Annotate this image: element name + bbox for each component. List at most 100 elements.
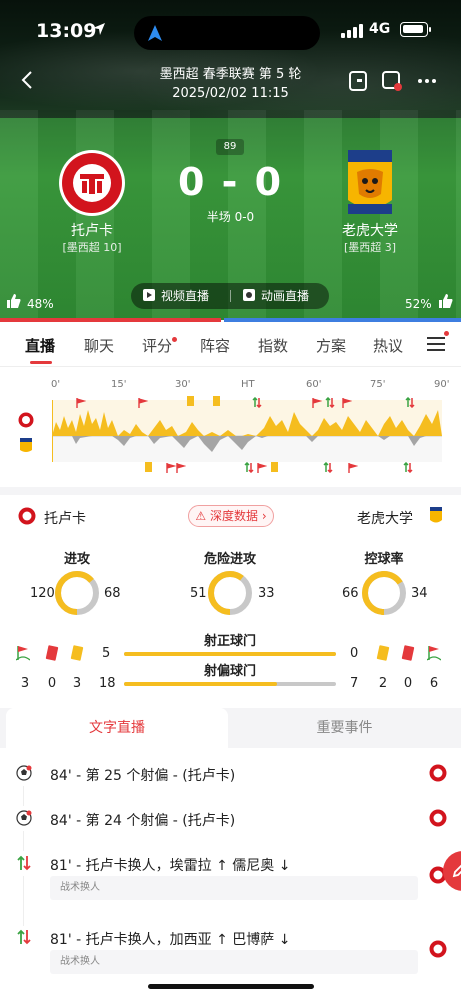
pill-divider (230, 290, 231, 302)
live-event: 81' - 托卢卡换人，埃雷拉 ↑ 儒尼奥 ↓ 战术换人 (0, 852, 461, 906)
shots-off-target-home-fill (124, 682, 277, 686)
shot-off-icon (16, 765, 32, 781)
event-connector (23, 876, 24, 926)
shots-on-target-home: 5 (102, 646, 111, 661)
home-vote-percent: 48% (27, 297, 54, 311)
live-event: 81' - 托卢卡换人，加西亚 ↑ 巴博萨 ↓ 战术换人 (0, 926, 461, 980)
navigation-arrow-icon (148, 25, 162, 41)
attack-home-value: 120 (30, 586, 55, 601)
dangerous-attack-away-value: 33 (258, 586, 275, 601)
home-corners-count: 3 (20, 676, 30, 691)
home-team-rank: [墨西超 10] (62, 241, 122, 254)
dangerous-attack-home-value: 51 (190, 586, 207, 601)
home-substitution-icon (405, 397, 415, 408)
yellow-card-icon (376, 645, 390, 661)
shots-on-target-home-fill (124, 652, 336, 656)
event-text: 81' - 托卢卡换人，加西亚 ↑ 巴博萨 ↓ (50, 932, 291, 948)
event-connector (23, 831, 24, 851)
deep-data-button[interactable]: ⚠ 深度数据 › (188, 505, 274, 527)
tab-plans[interactable]: 方案 (316, 335, 346, 356)
home-yellow-card-icon (187, 396, 194, 406)
shots-off-target-title: 射偏球门 (203, 664, 256, 679)
warning-icon: ⚠ (195, 509, 207, 523)
home-indicator (148, 984, 314, 989)
play-icon (143, 289, 155, 301)
signal-icon (341, 24, 363, 38)
home-team-name[interactable]: 托卢卡 (32, 220, 152, 240)
tab-lineup[interactable]: 阵容 (200, 335, 230, 356)
tab-bar: 直播 聊天 评分 阵容 指数 方案 热议 (0, 325, 461, 365)
live-event: 84' - 第 24 个射偏 - (托卢卡) (0, 807, 461, 831)
shots-off-target-away: 7 (350, 676, 359, 691)
away-yellow-card-icon (271, 462, 278, 472)
away-team-name[interactable]: 老虎大学 (310, 220, 430, 240)
event-text: 81' - 托卢卡换人，埃雷拉 ↑ 儒尼奥 ↓ (50, 858, 291, 874)
timeline-tick: 60' (306, 379, 322, 390)
thumbs-up-home-icon[interactable] (6, 293, 22, 309)
home-substitution-icon (325, 397, 335, 408)
half-time-score: 半场 0-0 (206, 210, 255, 224)
away-yellow-cards-count: 2 (378, 676, 388, 691)
away-corner-flag-icon (257, 463, 267, 473)
thumbs-up-away-icon[interactable] (438, 293, 454, 309)
attack-away-value: 68 (104, 586, 121, 601)
shots-off-target-bar (124, 682, 336, 686)
tab-text-live[interactable]: 文字直播 (6, 708, 228, 748)
score: 0 - 0 (177, 160, 284, 204)
live-record-icon[interactable] (381, 70, 403, 92)
away-substitution-icon (403, 462, 413, 473)
dangerous-attack-title: 危险进攻 (203, 552, 256, 567)
battery-tip (429, 27, 431, 32)
possession-home-value: 66 (342, 586, 359, 601)
home-team-small-logo-icon (18, 507, 36, 525)
away-corner-flag-icon (348, 463, 358, 473)
tab-rating[interactable]: 评分 (142, 335, 172, 356)
timeline-tick: 0' (51, 379, 61, 390)
tab-key-events[interactable]: 重要事件 (228, 708, 461, 748)
possession-gauge (362, 571, 406, 615)
clock: 13:09 (36, 20, 97, 42)
timeline-tick: 75' (370, 379, 386, 390)
dangerous-attack-gauge (208, 571, 252, 615)
home-substitution-icon (252, 397, 262, 408)
animation-icon (243, 289, 255, 301)
shot-off-icon (16, 810, 32, 826)
away-team-rank: [墨西超 3] (343, 241, 397, 254)
red-card-icon (401, 645, 415, 661)
tab-odds[interactable]: 指数 (258, 335, 288, 356)
away-yellow-card-icon (145, 462, 152, 472)
timeline-tick: 15' (111, 379, 127, 390)
tab-divider (0, 366, 461, 367)
away-team-small-logo-icon (20, 438, 32, 452)
animation-live-label: 动画直播 (261, 289, 310, 303)
video-live-label: 视频直播 (161, 289, 210, 303)
home-red-cards-count: 0 (47, 676, 57, 691)
substitution-icon (17, 929, 31, 945)
active-tab-indicator (30, 361, 52, 364)
battery-icon (400, 22, 428, 37)
away-team-logo[interactable] (335, 148, 405, 218)
home-team-logo[interactable] (57, 148, 127, 218)
more-icon[interactable] (416, 70, 438, 92)
away-corners-count: 6 (429, 676, 439, 691)
animation-live-button[interactable]: 动画直播 (243, 283, 309, 309)
home-vote-bar (0, 318, 221, 322)
shots-on-target-title: 射正球门 (203, 634, 256, 649)
home-yellow-card-icon (213, 396, 220, 406)
tab-discussion[interactable]: 热议 (373, 335, 403, 356)
home-yellow-cards-count: 3 (72, 676, 82, 691)
stats-away-name: 老虎大学 (357, 511, 413, 527)
status-bar: 13:09 4G (0, 16, 461, 50)
lineup-card-icon[interactable] (348, 70, 370, 92)
timeline-tick: 30' (175, 379, 191, 390)
away-substitution-icon (244, 462, 254, 473)
home-corner-flag-icon (138, 398, 148, 408)
menu-icon[interactable] (427, 336, 445, 352)
corner-flag-icon (16, 646, 30, 661)
possession-away-value: 34 (411, 586, 428, 601)
tab-live[interactable]: 直播 (25, 335, 55, 356)
live-text-tabs: 文字直播 重要事件 (0, 708, 461, 748)
tab-chat[interactable]: 聊天 (84, 335, 114, 356)
event-text: 84' - 第 24 个射偏 - (托卢卡) (50, 813, 236, 829)
video-live-button[interactable]: 视频直播 (143, 283, 209, 309)
